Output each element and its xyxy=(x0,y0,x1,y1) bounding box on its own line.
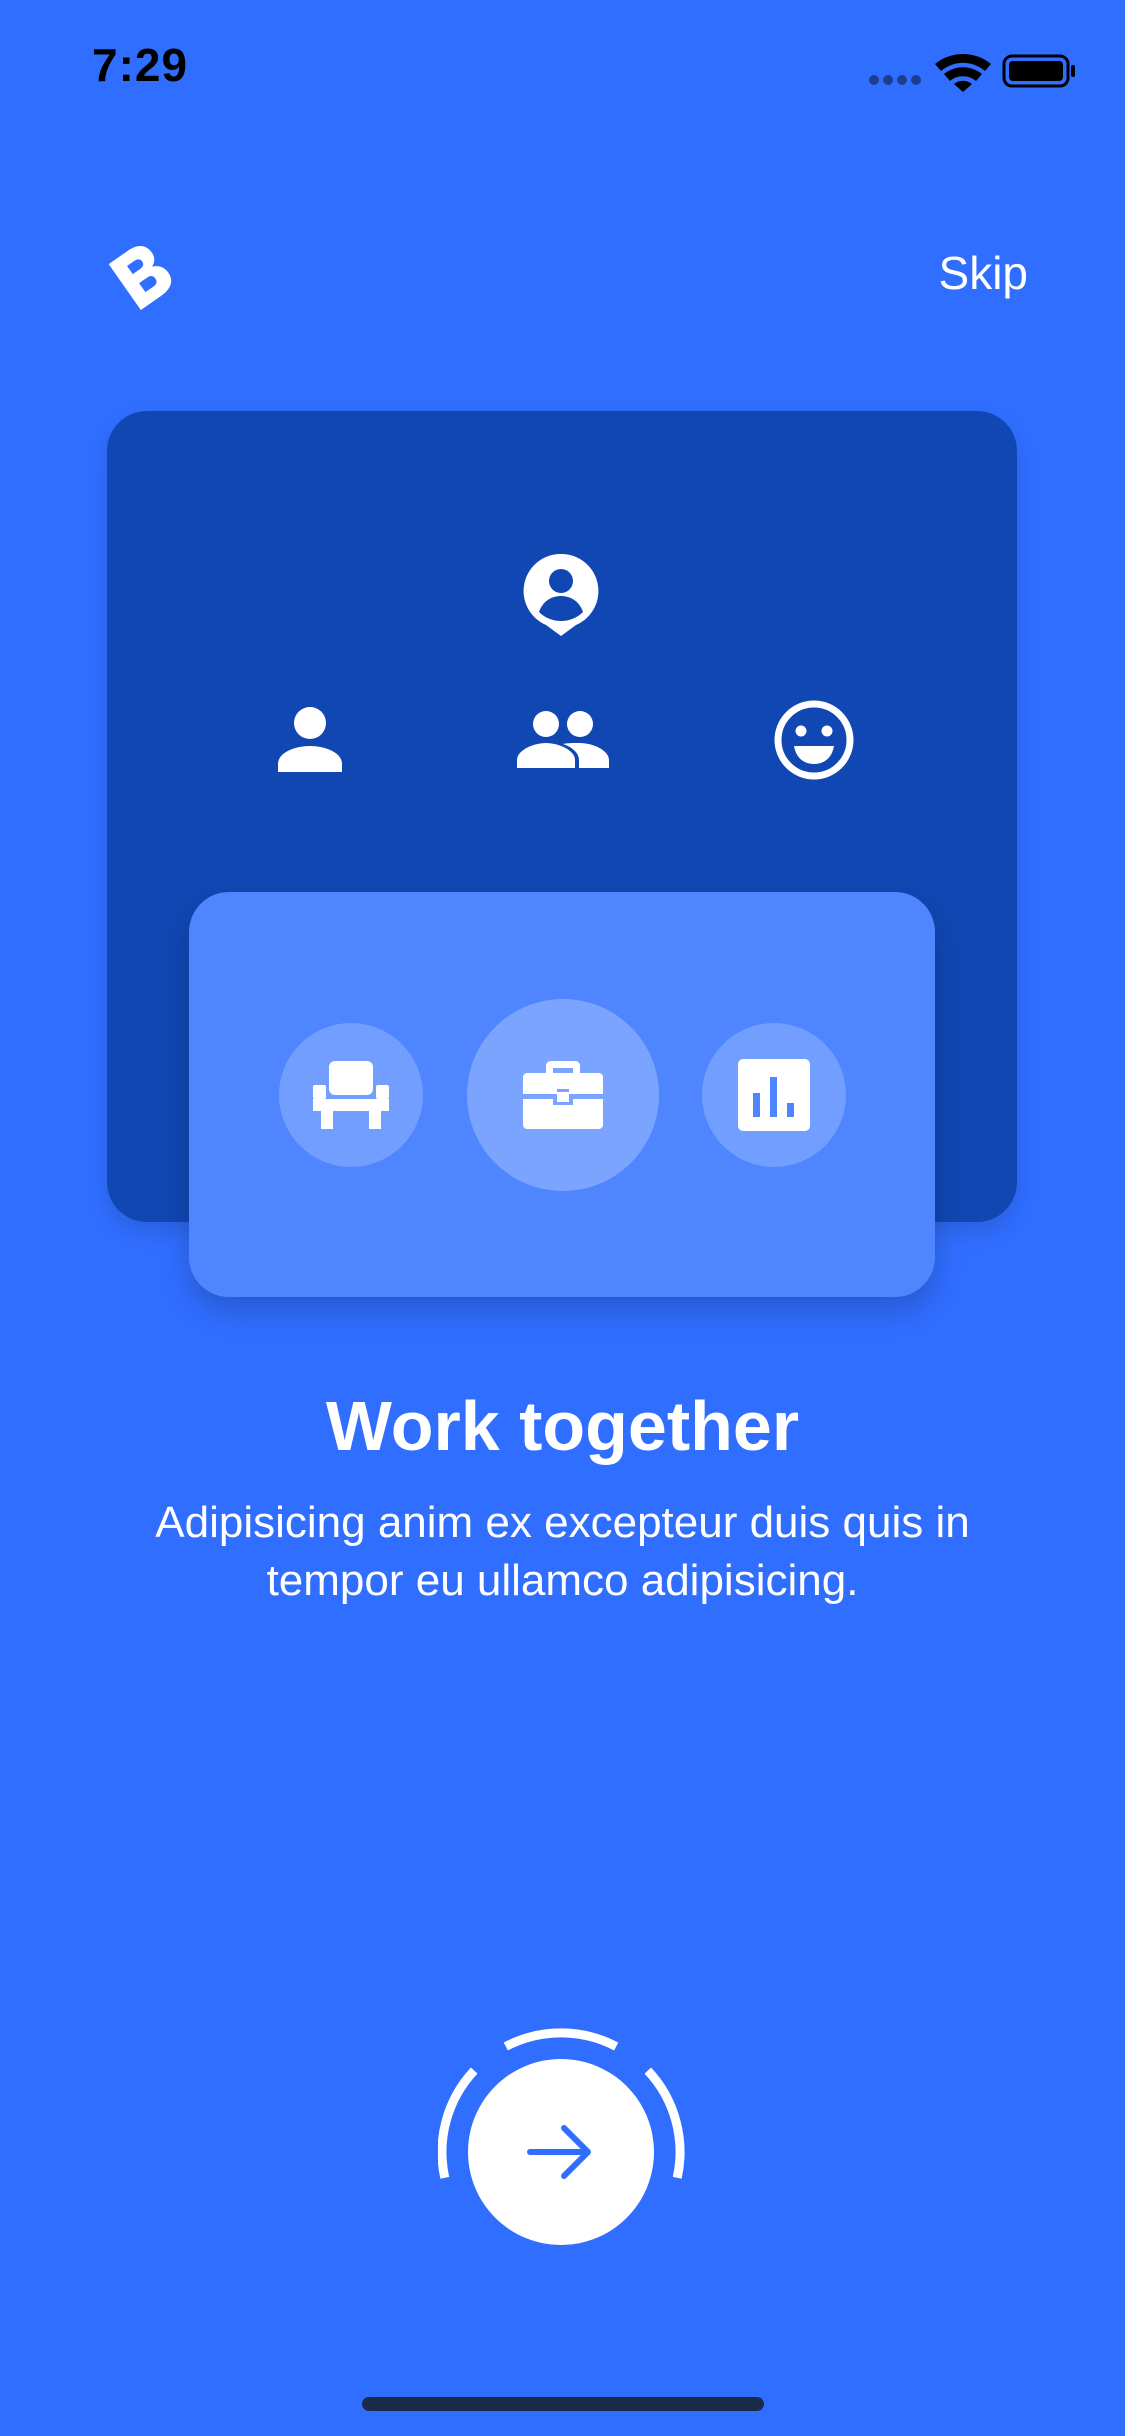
wifi-icon xyxy=(935,53,991,92)
arrow-right-icon xyxy=(527,2125,591,2179)
briefcase-icon-circle xyxy=(467,999,659,1191)
next-button[interactable] xyxy=(468,2059,654,2245)
smiley-icon xyxy=(774,700,854,780)
seat-icon xyxy=(313,1061,389,1129)
bar-chart-icon-circle xyxy=(702,1023,846,1167)
home-indicator xyxy=(362,2397,764,2411)
cellular-signal-icon xyxy=(869,75,921,85)
seat-icon-circle xyxy=(279,1023,423,1167)
illustration-front-card xyxy=(189,892,935,1297)
b-logo-icon xyxy=(104,238,176,311)
onboarding-screen: 7:29 Skip Work together Adipisicing anim… xyxy=(0,0,1125,2436)
people-icon xyxy=(517,711,609,768)
progress-segment-top xyxy=(503,2028,619,2051)
account-pin-icon xyxy=(523,553,599,636)
skip-button[interactable]: Skip xyxy=(939,246,1028,300)
status-time: 7:29 xyxy=(92,39,189,91)
onboarding-subtitle: Adipisicing anim ex excepteur duis quis … xyxy=(155,1498,970,1605)
status-icons xyxy=(868,48,1078,92)
person-icon xyxy=(278,707,342,772)
battery-icon xyxy=(1002,54,1075,88)
briefcase-icon xyxy=(523,1061,603,1129)
next-button-wrap xyxy=(438,2016,688,2266)
bar-chart-icon xyxy=(738,1059,810,1131)
onboarding-title: Work together xyxy=(325,1387,800,1465)
